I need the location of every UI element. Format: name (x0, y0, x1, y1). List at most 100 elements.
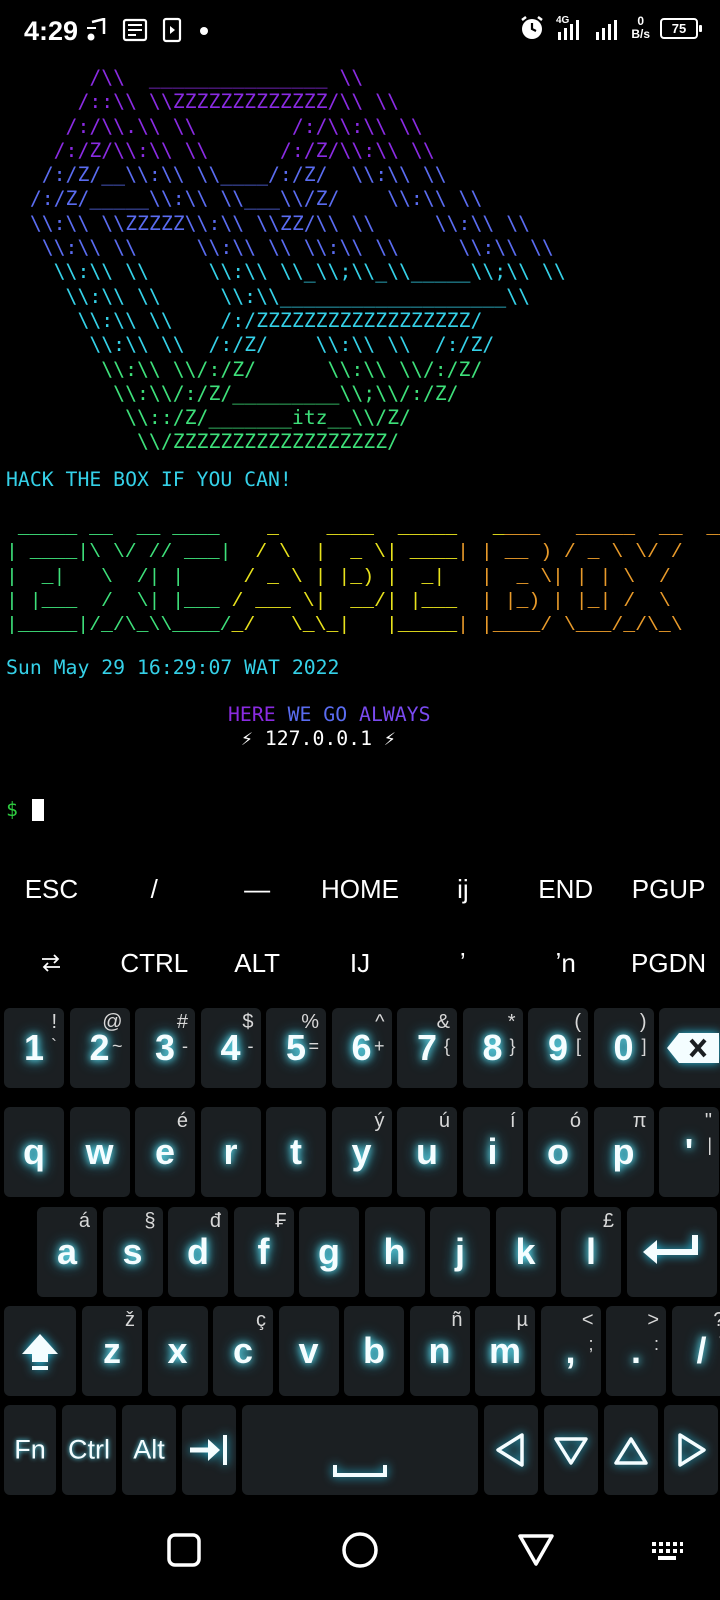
extra-key-row2-4[interactable]: ʼn (514, 926, 617, 1000)
terminal-output[interactable]: /\\ _______________ \\ /::\\ \\ZZZZZZZZZ… (6, 66, 720, 846)
extra-key-2[interactable]: — (206, 852, 309, 926)
extra-key-row2-2[interactable]: IJ (309, 926, 412, 1000)
key-l[interactable]: l £ (561, 1207, 621, 1297)
arrow-up-key[interactable] (604, 1405, 658, 1495)
key-2[interactable]: 2 @ ~ (69, 1008, 130, 1088)
extra-key-4[interactable]: ij (411, 852, 514, 926)
key-7[interactable]: 7 &{ (397, 1008, 457, 1088)
key-r[interactable]: r (200, 1107, 261, 1197)
key-1[interactable]: 1! ` (4, 1008, 64, 1088)
key-y[interactable]: yý (331, 1107, 392, 1197)
key-m[interactable]: mµ (475, 1306, 535, 1396)
key-h[interactable]: h (364, 1207, 425, 1297)
arrow-left-key[interactable] (484, 1405, 538, 1495)
tagline: HACK THE BOX IF YOU CAN! (6, 468, 292, 491)
key-o-secondary: ó (569, 1110, 581, 1132)
shift-icon (22, 1334, 58, 1370)
extra-key-3[interactable]: HOME (309, 852, 412, 926)
fn-key[interactable]: Fn (4, 1405, 56, 1495)
net-speed: 0 B/s (631, 15, 650, 41)
key-slash[interactable]: /?\ (671, 1306, 720, 1396)
key-comma[interactable]: , <; (540, 1306, 601, 1396)
key-6-secondary: ^ (375, 1011, 385, 1033)
extra-key-1[interactable]: / (103, 852, 206, 926)
key-0[interactable]: 0)] (593, 1008, 654, 1088)
arrow-right-key[interactable] (664, 1405, 718, 1495)
back-triangle-icon[interactable] (516, 1530, 556, 1570)
home-circle-icon[interactable] (340, 1530, 380, 1570)
ctrl-key[interactable]: Ctrl (62, 1405, 116, 1495)
key-t-label: t (290, 1131, 302, 1172)
key-4[interactable]: 4 $ - (200, 1008, 261, 1088)
key-c[interactable]: cç (213, 1306, 273, 1396)
key-3-tertiary: - (182, 1036, 188, 1056)
key-s[interactable]: s § (102, 1207, 163, 1297)
key-z-secondary: ž (125, 1309, 135, 1331)
extra-key-row2-3[interactable]: ʼ (411, 926, 514, 1000)
key-q[interactable]: q (4, 1107, 64, 1197)
key-5-secondary: % (301, 1011, 319, 1033)
key-a[interactable]: aá (37, 1207, 97, 1297)
motto-word-1: HERE (228, 703, 276, 726)
arrow-left-icon (496, 1433, 524, 1467)
extra-keys-bar: ESC / — HOME ij END PGUP CTRL ALT IJ ʼ ʼn PGDN (0, 852, 720, 1000)
key-z[interactable]: zž (82, 1306, 142, 1396)
status-system-icons: 4G 0 B/s 75 (519, 14, 702, 42)
shift-key[interactable] (4, 1306, 76, 1396)
key-n[interactable]: nñ (409, 1306, 470, 1396)
key-t[interactable]: t (266, 1107, 326, 1197)
key-h-label: h (383, 1231, 406, 1272)
extra-key-5[interactable]: END (514, 852, 617, 926)
extra-key-row2-1[interactable]: ALT (206, 926, 309, 1000)
key-period[interactable]: . >: (606, 1306, 666, 1396)
ascii-art-line: \\:\\ \\ /:/ZZZZZZZZZZZZZZZZZZ/ (6, 308, 483, 332)
extra-key-tab[interactable] (0, 926, 103, 1000)
tab-key[interactable] (182, 1405, 236, 1495)
key-d[interactable]: dđ (168, 1207, 228, 1297)
extra-key-row2-0[interactable]: CTRL (103, 926, 206, 1000)
shell-prompt[interactable]: $ (6, 798, 44, 821)
extra-key-0[interactable]: ESC (0, 852, 103, 926)
backspace-key[interactable] (659, 1008, 720, 1088)
key-i[interactable]: ií (462, 1107, 523, 1197)
key-o[interactable]: oó (528, 1107, 588, 1197)
key-6[interactable]: 6 ^ + (331, 1008, 392, 1088)
key-3[interactable]: 3 # - (135, 1008, 195, 1088)
key-b[interactable]: b (344, 1306, 404, 1396)
key-o-label: o (547, 1131, 569, 1172)
key-8[interactable]: 8 *} (462, 1008, 523, 1088)
video-app-icon (162, 17, 182, 43)
key-9[interactable]: 9([ (528, 1008, 588, 1088)
key-5[interactable]: 5% = (266, 1008, 326, 1088)
key-i-secondary: í (509, 1110, 516, 1132)
key-e[interactable]: eé (135, 1107, 195, 1197)
arrow-right-icon (678, 1433, 706, 1467)
recents-square-icon[interactable] (164, 1530, 204, 1570)
key-g[interactable]: g (299, 1207, 359, 1297)
key-1-tertiary: ` (51, 1036, 57, 1056)
space-key[interactable] (242, 1405, 478, 1495)
tab-arrow-icon (190, 1435, 227, 1465)
enter-key[interactable] (626, 1207, 717, 1297)
key-f[interactable]: f ₣ (233, 1207, 294, 1297)
key-j[interactable]: j (430, 1207, 490, 1297)
keyboard-switch-icon[interactable] (650, 1534, 684, 1568)
arrow-down-key[interactable] (544, 1405, 598, 1495)
ascii-art-line: \\:\\ \\ \\:\\ \\_\\;\\_\\_____\\;\\ \\ (6, 260, 566, 284)
key-apostrophe[interactable]: ' " | (659, 1107, 719, 1197)
extra-key-row2-5[interactable]: PGDN (617, 926, 720, 1000)
key-z-label: z (103, 1330, 121, 1371)
key-u[interactable]: uú (397, 1107, 457, 1197)
status-bar: 4:29 4G 0 B/s 75 (0, 0, 720, 64)
key-v[interactable]: v (278, 1306, 339, 1396)
key-5-tertiary: = (308, 1036, 319, 1056)
text-cursor (31, 798, 44, 821)
key-p[interactable]: pπ (593, 1107, 654, 1197)
extra-key-6[interactable]: PGUP (617, 852, 720, 926)
status-time: 4:29 (24, 16, 79, 46)
alt-key[interactable]: Alt (122, 1405, 176, 1495)
space-bar-icon (333, 1465, 387, 1477)
key-w[interactable]: w (69, 1107, 130, 1197)
key-k[interactable]: k (495, 1207, 556, 1297)
key-x[interactable]: x (147, 1306, 208, 1396)
